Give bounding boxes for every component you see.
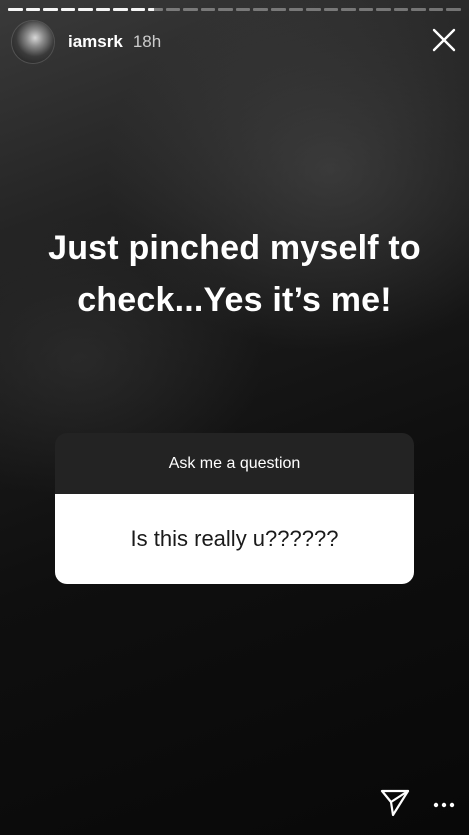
progress-segment <box>270 8 286 11</box>
story-progress-bar <box>8 8 461 11</box>
progress-segment <box>43 8 58 11</box>
progress-segment <box>95 8 111 11</box>
story-viewer[interactable]: iamsrk 18h Just pinched myself to check.… <box>0 0 469 835</box>
progress-segment <box>183 8 198 11</box>
username[interactable]: iamsrk <box>68 32 123 52</box>
progress-segment <box>218 8 233 11</box>
question-answer: Is this really u?????? <box>55 494 414 584</box>
close-button[interactable] <box>429 27 459 57</box>
progress-segment <box>428 8 444 11</box>
more-options-icon <box>433 796 455 814</box>
progress-segment <box>130 8 146 11</box>
avatar[interactable] <box>12 21 54 63</box>
progress-segment <box>113 8 128 11</box>
progress-segment <box>60 8 76 11</box>
progress-segment <box>393 8 409 11</box>
progress-segment <box>200 8 216 11</box>
progress-segment <box>306 8 321 11</box>
question-prompt: Ask me a question <box>55 433 414 494</box>
story-footer <box>379 785 455 825</box>
progress-segment <box>148 8 163 11</box>
share-button[interactable] <box>379 788 411 823</box>
send-icon <box>379 788 411 823</box>
progress-segment <box>235 8 251 11</box>
progress-segment <box>446 8 461 11</box>
progress-segment <box>253 8 268 11</box>
progress-segment <box>323 8 339 11</box>
question-sticker[interactable]: Ask me a question Is this really u?????? <box>55 433 414 584</box>
more-options-button[interactable] <box>433 796 455 814</box>
progress-segment <box>165 8 181 11</box>
progress-segment <box>358 8 374 11</box>
progress-segment <box>25 8 41 11</box>
progress-segment <box>8 8 23 11</box>
story-caption: Just pinched myself to check...Yes it’s … <box>48 229 421 319</box>
progress-segment <box>341 8 356 11</box>
timestamp: 18h <box>132 32 162 51</box>
progress-segment <box>78 8 93 11</box>
progress-segment <box>411 8 426 11</box>
progress-segment <box>288 8 304 11</box>
progress-segment <box>376 8 391 11</box>
close-icon <box>432 28 456 57</box>
story-header: iamsrk 18h <box>12 20 459 64</box>
